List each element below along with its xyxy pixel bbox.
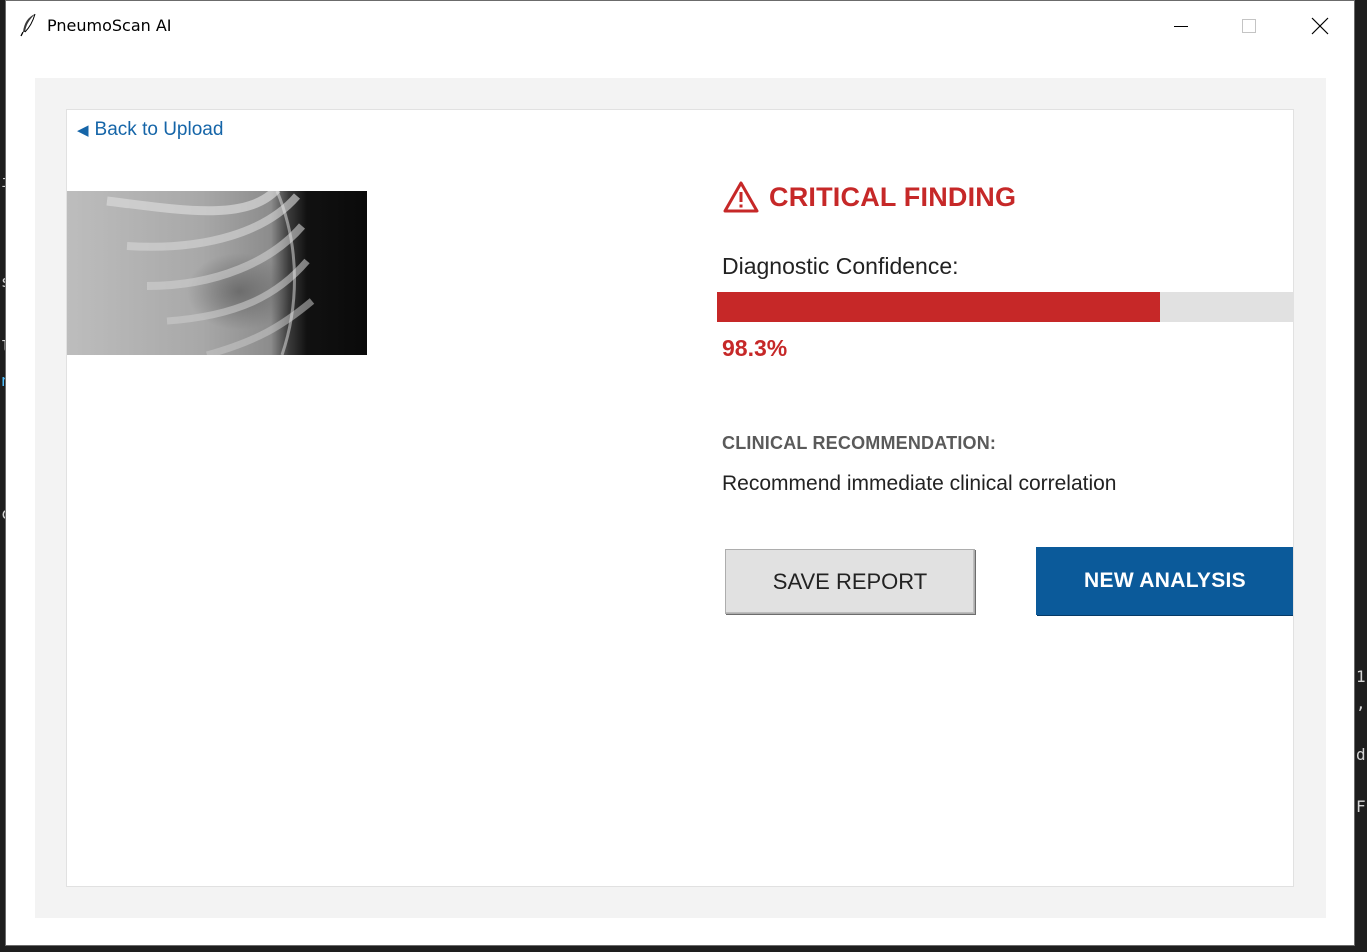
back-to-upload-link[interactable]: ◀ Back to Upload bbox=[77, 119, 223, 141]
background-glyph: F bbox=[1356, 797, 1366, 816]
window-title: PneumoScan AI bbox=[47, 16, 172, 35]
confidence-bar-fill bbox=[717, 292, 1160, 322]
results-panel: ◀ Back to Upload CRITICAL FINDING Diagno… bbox=[66, 109, 1294, 887]
maximize-button[interactable] bbox=[1214, 1, 1284, 51]
background-glyph: , bbox=[1356, 694, 1366, 713]
warning-triangle-icon bbox=[723, 181, 759, 213]
feather-icon bbox=[20, 13, 36, 37]
new-analysis-button[interactable]: NEW ANALYSIS bbox=[1036, 547, 1293, 615]
back-link-label: Back to Upload bbox=[94, 119, 224, 140]
left-triangle-icon: ◀ bbox=[77, 122, 89, 139]
finding-title: CRITICAL FINDING bbox=[769, 181, 1017, 212]
recommendation-heading: CLINICAL RECOMMENDATION: bbox=[722, 433, 997, 453]
confidence-label: Diagnostic Confidence: bbox=[722, 253, 959, 279]
minimize-icon bbox=[1174, 26, 1188, 27]
finding-header: CRITICAL FINDING bbox=[723, 180, 1016, 214]
confidence-bar bbox=[717, 292, 1293, 322]
close-button[interactable] bbox=[1285, 1, 1355, 51]
maximize-icon bbox=[1242, 19, 1256, 33]
confidence-value: 98.3% bbox=[722, 335, 788, 361]
content-frame: ◀ Back to Upload CRITICAL FINDING Diagno… bbox=[35, 78, 1326, 918]
background-glyph: d bbox=[1356, 745, 1366, 764]
recommendation-text: Recommend immediate clinical correlation bbox=[722, 472, 1117, 495]
title-bar[interactable]: PneumoScan AI bbox=[6, 1, 1354, 51]
minimize-button[interactable] bbox=[1146, 1, 1216, 51]
background-glyph: 1 bbox=[1356, 667, 1366, 686]
save-report-button[interactable]: SAVE REPORT bbox=[725, 549, 975, 614]
close-icon bbox=[1311, 17, 1329, 35]
xray-thumbnail bbox=[67, 191, 367, 355]
app-window: PneumoScan AI ◀ Back to Upload CRITICAL … bbox=[5, 0, 1355, 946]
